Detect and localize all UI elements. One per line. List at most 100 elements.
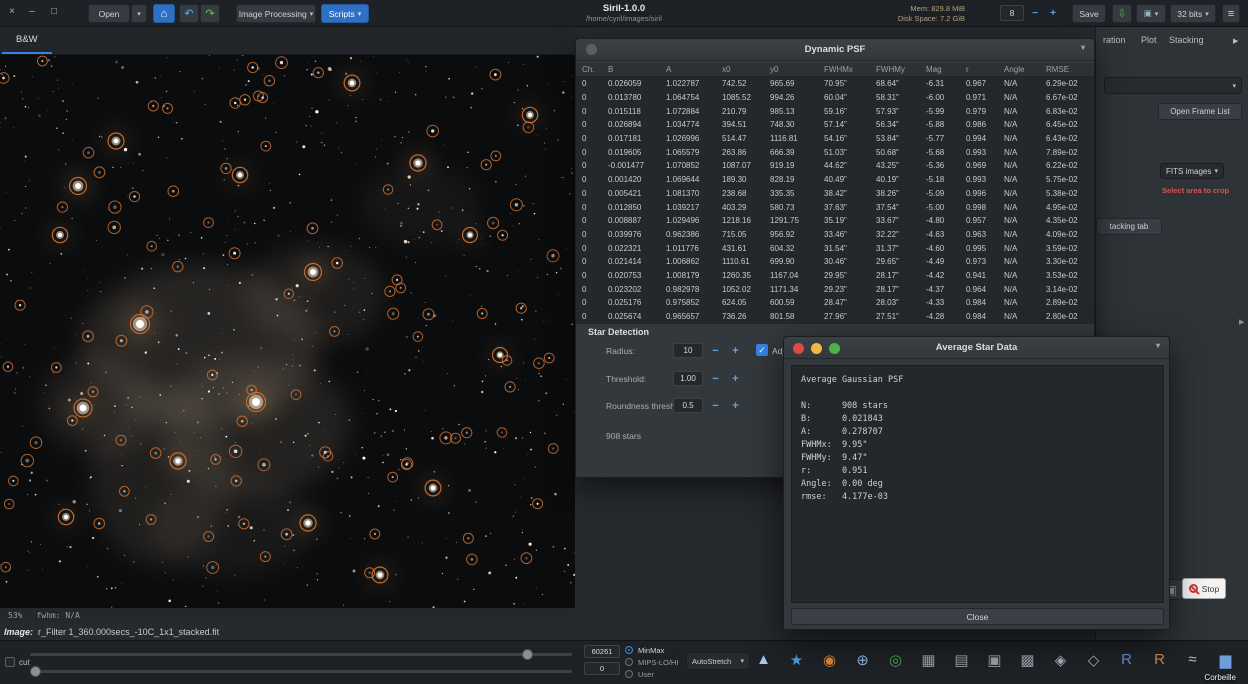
high-slider-handle[interactable] [522, 649, 533, 660]
window-minimize-icon[interactable]: – [24, 6, 40, 17]
radius-field[interactable]: 10 [673, 343, 703, 358]
astrometry-globe-icon[interactable]: ⊕ [851, 648, 874, 671]
radio-minmax[interactable] [625, 646, 633, 654]
open-frame-list-button[interactable]: Open Frame List [1158, 103, 1242, 120]
psf-table-row[interactable]: 00.0260591.022787742.52965.6970.95"68.64… [576, 77, 1094, 91]
psf-column-header[interactable]: A [660, 65, 716, 74]
psf-column-header[interactable]: y0 [764, 65, 818, 74]
autostretch-dropdown[interactable]: AutoStretch ▾ [686, 652, 750, 670]
scripts-button[interactable]: Scripts▾ [321, 4, 369, 23]
undo-button[interactable]: ↶ [179, 4, 199, 23]
threshold-minus-button[interactable]: − [708, 371, 723, 386]
snapshot-button[interactable]: ▣▾ [1136, 4, 1166, 23]
tab-bw[interactable]: B&W [2, 27, 52, 54]
psf-column-header[interactable]: B [602, 65, 660, 74]
window-button-icon[interactable] [586, 44, 597, 55]
avg-dialog-titlebar[interactable]: Average Star Data ▾ [784, 337, 1169, 359]
low-cutoff-field[interactable]: 0 [584, 662, 620, 675]
launcher-rocket-icon[interactable]: ▲ [752, 648, 775, 671]
adjust-checkbox[interactable]: ✓ [756, 344, 768, 356]
city-trash-icon[interactable]: ▆ [1214, 648, 1237, 671]
maximize-traffic-icon[interactable] [829, 343, 840, 354]
fits-images-dropdown[interactable]: FITS images ▾ [1160, 163, 1224, 179]
stop-button[interactable]: Stop [1182, 578, 1226, 599]
save-as-button[interactable]: ⇩ [1112, 4, 1132, 23]
psf-column-header[interactable]: RMSE [1040, 65, 1094, 74]
thread-plus-button[interactable]: + [1045, 5, 1061, 21]
threshold-plus-button[interactable]: + [728, 371, 743, 386]
psf-table-row[interactable]: 00.0232020.9829781052.021171.3429.23"28.… [576, 282, 1094, 296]
psf-table-row[interactable]: 00.0268941.034774394.51748.3057.14"56.34… [576, 118, 1094, 132]
panel-expander-icon[interactable]: ▶ [1239, 318, 1244, 326]
statistics-icon[interactable]: ▤ [950, 648, 973, 671]
home-button[interactable]: ⌂ [153, 4, 175, 23]
roundness-field[interactable]: 0.5 [673, 398, 703, 413]
psf-table-row[interactable]: 00.0171811.026996514.471116.8154.16"53.8… [576, 132, 1094, 146]
psf-column-header[interactable]: Angle [998, 65, 1040, 74]
low-slider-handle[interactable] [30, 666, 41, 677]
star-recomposition-icon[interactable]: R [1148, 648, 1171, 671]
redo-button[interactable]: ↷ [200, 4, 220, 23]
go-to-stacking-tab-button[interactable]: tacking tab [1096, 218, 1162, 235]
radius-minus-button[interactable]: − [708, 343, 723, 358]
threshold-field[interactable]: 1.00 [673, 371, 703, 386]
shade-chevron-icon[interactable]: ▾ [1081, 43, 1085, 52]
psf-table-row[interactable]: 00.0223211.011776431.61604.3231.54"31.37… [576, 241, 1094, 255]
psf-table-row[interactable]: 00.0214141.0068621110.61699.9030.46"29.6… [576, 255, 1094, 269]
layers-icon[interactable]: ◇ [1082, 648, 1105, 671]
psf-table-row[interactable]: 00.0088871.0294961218.161291.7535.19"33.… [576, 214, 1094, 228]
psf-column-header[interactable]: FWHMy [870, 65, 920, 74]
psf-table-row[interactable]: 00.0207531.0081791260.351167.0429.95"28.… [576, 269, 1094, 283]
psf-column-header[interactable]: r [960, 65, 998, 74]
background-extraction-icon[interactable]: ◎ [884, 648, 907, 671]
psf-column-header[interactable]: x0 [716, 65, 764, 74]
open-caret-button[interactable]: ▾ [131, 4, 147, 23]
psf-table-row[interactable]: 00.0256740.965657736.26801.5827.96"27.51… [576, 310, 1094, 324]
roundness-minus-button[interactable]: − [708, 398, 723, 413]
psf-table-row[interactable]: 00.0054211.081370238.68335.3538.42"38.26… [576, 187, 1094, 201]
image-canvas[interactable] [0, 55, 575, 608]
star-detection-icon[interactable]: ★ [785, 648, 808, 671]
low-slider-track[interactable] [30, 670, 572, 673]
grayscale-icon[interactable]: ▣ [983, 648, 1006, 671]
plot-icon[interactable]: ≈ [1181, 648, 1204, 671]
high-cutoff-field[interactable]: 60261 [584, 645, 620, 658]
rgb-composition-icon[interactable]: R [1115, 648, 1138, 671]
noise-estimation-icon[interactable]: ▩ [1016, 648, 1039, 671]
minimize-traffic-icon[interactable] [811, 343, 822, 354]
open-button[interactable]: Open [88, 4, 130, 23]
psf-dialog-titlebar[interactable]: Dynamic PSF ▾ [576, 39, 1094, 61]
psf-column-header[interactable]: Ch. [576, 65, 602, 74]
close-button[interactable]: Close [791, 608, 1164, 625]
psf-column-header[interactable]: Mag [920, 65, 960, 74]
thread-minus-button[interactable]: − [1027, 5, 1043, 21]
cut-checkbox[interactable] [5, 657, 15, 667]
image-diamond-icon[interactable]: ◈ [1049, 648, 1072, 671]
psf-table-row[interactable]: 00.0014201.069644189.30828.1940.49"40.19… [576, 173, 1094, 187]
radius-plus-button[interactable]: + [728, 343, 743, 358]
window-maximize-icon[interactable]: □ [46, 6, 62, 17]
photometry-icon[interactable]: ◉ [818, 648, 841, 671]
window-close-icon[interactable]: × [4, 6, 20, 17]
hamburger-menu-button[interactable]: ≡ [1222, 4, 1240, 23]
pixel-math-icon[interactable]: ▦ [917, 648, 940, 671]
image-processing-button[interactable]: Image Processing▾ [236, 4, 316, 23]
save-button[interactable]: Save [1072, 4, 1106, 23]
bit-depth-button[interactable]: 32 bits▾ [1170, 4, 1216, 23]
tab-scroll-icon[interactable]: ▶ [1233, 37, 1238, 45]
psf-column-header[interactable]: FWHMx [818, 65, 870, 74]
psf-table-row[interactable]: 00.0196051.065579263.86666.3951.03"50.68… [576, 145, 1094, 159]
high-slider-track[interactable] [30, 653, 572, 656]
psf-table-row[interactable]: 00.0399760.962386715.05956.9233.46"32.22… [576, 228, 1094, 242]
psf-table-row[interactable]: 00.0128501.039217403.29580.7337.63"37.54… [576, 200, 1094, 214]
thread-count-field[interactable]: 8 [1000, 5, 1024, 21]
close-traffic-icon[interactable] [793, 343, 804, 354]
roundness-plus-button[interactable]: + [728, 398, 743, 413]
tab-stacking[interactable]: Stacking [1169, 35, 1204, 45]
psf-table-row[interactable]: 00.0151181.072884210.79985.1359.16"57.93… [576, 104, 1094, 118]
shade-chevron-icon[interactable]: ▾ [1156, 341, 1160, 350]
psf-table-row[interactable]: 00.0137801.0647541085.52994.2660.04"58.3… [576, 91, 1094, 105]
psf-table-row[interactable]: 00.0251760.975852624.05600.5928.47"28.03… [576, 296, 1094, 310]
tab-registration[interactable]: ration [1103, 35, 1126, 45]
radio-user[interactable] [625, 670, 633, 678]
